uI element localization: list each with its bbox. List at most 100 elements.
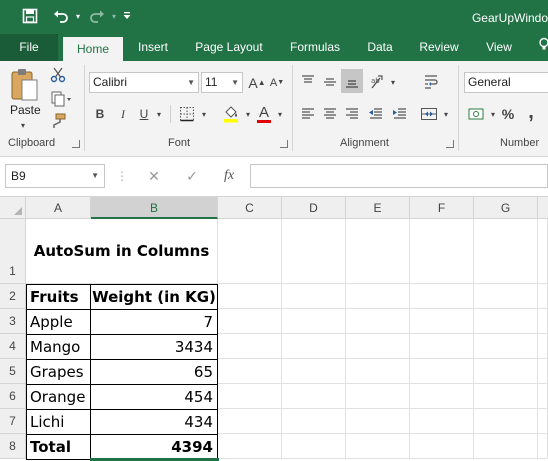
cancel-icon[interactable]: ✕ [144, 164, 164, 188]
font-size-combo[interactable]: 11 ▼ [201, 72, 243, 93]
tell-me-icon[interactable] [534, 34, 548, 61]
cell-g3[interactable] [474, 309, 538, 334]
cell-weight-orange[interactable]: 454 [90, 384, 218, 410]
align-center-icon[interactable] [320, 103, 340, 125]
cell-e7[interactable] [346, 409, 410, 434]
cell-h8[interactable] [538, 434, 548, 459]
cell-weight-apple[interactable]: 7 [90, 309, 218, 335]
row-header-2[interactable]: 2 [0, 284, 26, 309]
align-bottom-icon[interactable] [341, 69, 363, 93]
column-header-f[interactable]: F [410, 197, 474, 219]
cell-h2[interactable] [538, 284, 548, 309]
header-fruits[interactable]: Fruits [26, 284, 91, 310]
font-launcher-icon[interactable] [280, 140, 288, 148]
cell-e5[interactable] [346, 359, 410, 384]
cell-g8[interactable] [474, 434, 538, 459]
orientation-icon[interactable]: ab [368, 71, 388, 93]
comma-style-button[interactable]: , [524, 101, 538, 123]
cell-weight-mango[interactable]: 3434 [90, 334, 218, 360]
cell-d7[interactable] [282, 409, 346, 434]
cell-h7[interactable] [538, 409, 548, 434]
enter-icon[interactable]: ✓ [182, 164, 202, 188]
number-format-combo[interactable]: General [464, 72, 548, 93]
column-header-a[interactable]: A [26, 197, 91, 219]
cell-d6[interactable] [282, 384, 346, 409]
column-header-c[interactable]: C [218, 197, 282, 219]
paste-dropdown-icon[interactable]: ▾ [16, 120, 30, 130]
cell-fruit-orange[interactable]: Orange [26, 384, 91, 410]
cell-d8[interactable] [282, 434, 346, 459]
cell-f2[interactable] [410, 284, 474, 309]
column-header-d[interactable]: D [282, 197, 346, 219]
cell-h4[interactable] [538, 334, 548, 359]
more-dots-icon[interactable]: ⋮ [116, 164, 128, 188]
alignment-launcher-icon[interactable] [446, 140, 454, 148]
cell-g2[interactable] [474, 284, 538, 309]
row-header-7[interactable]: 7 [0, 409, 26, 434]
italic-button[interactable]: I [115, 103, 131, 125]
align-top-icon[interactable] [298, 71, 318, 93]
cell-d3[interactable] [282, 309, 346, 334]
cell-e3[interactable] [346, 309, 410, 334]
cell-e2[interactable] [346, 284, 410, 309]
cell-c6[interactable] [218, 384, 282, 409]
tab-insert[interactable]: Insert [128, 34, 178, 61]
sheet-heading[interactable]: AutoSum in Columns [26, 219, 218, 284]
accounting-dropdown-icon[interactable]: ▾ [488, 103, 498, 125]
paste-icon[interactable] [6, 65, 42, 105]
cell-h5[interactable] [538, 359, 548, 384]
align-right-icon[interactable] [342, 103, 362, 125]
cell-f6[interactable] [410, 384, 474, 409]
cell-h1[interactable] [538, 219, 548, 284]
tab-data[interactable]: Data [358, 34, 402, 61]
clipboard-launcher-icon[interactable] [72, 140, 80, 148]
borders-dropdown-icon[interactable]: ▾ [198, 103, 210, 125]
underline-dropdown-icon[interactable]: ▾ [153, 103, 165, 125]
column-header-h[interactable] [538, 197, 548, 219]
cell-g7[interactable] [474, 409, 538, 434]
copy-icon[interactable] [48, 89, 76, 109]
cell-weight-lichi[interactable]: 434 [90, 409, 218, 435]
cell-fruit-apple[interactable]: Apple [26, 309, 91, 335]
tab-file[interactable]: File [0, 34, 58, 61]
cell-e1[interactable] [346, 219, 410, 284]
insert-function-button[interactable]: fx [218, 164, 240, 188]
cell-c8[interactable] [218, 434, 282, 459]
fill-color-dropdown-icon[interactable]: ▾ [242, 103, 254, 125]
cell-e6[interactable] [346, 384, 410, 409]
cell-weight-grapes[interactable]: 65 [90, 359, 218, 385]
grow-font-button[interactable]: A ▲ [248, 72, 266, 93]
cell-c3[interactable] [218, 309, 282, 334]
row-header-1[interactable]: 1 [0, 219, 26, 284]
tab-formulas[interactable]: Formulas [280, 34, 350, 61]
row-header-5[interactable]: 5 [0, 359, 26, 384]
column-header-e[interactable]: E [346, 197, 410, 219]
font-name-combo[interactable]: Calibri ▼ [89, 72, 199, 93]
cell-c4[interactable] [218, 334, 282, 359]
column-header-g[interactable]: G [474, 197, 538, 219]
cell-f5[interactable] [410, 359, 474, 384]
cell-g4[interactable] [474, 334, 538, 359]
merge-center-icon[interactable] [418, 103, 440, 125]
tab-page-layout[interactable]: Page Layout [186, 34, 272, 61]
cell-h6[interactable] [538, 384, 548, 409]
merge-dropdown-icon[interactable]: ▾ [440, 103, 452, 125]
redo-icon[interactable] [86, 5, 108, 27]
cell-fruit-mango[interactable]: Mango [26, 334, 91, 360]
cell-f4[interactable] [410, 334, 474, 359]
orientation-dropdown-icon[interactable]: ▾ [388, 71, 398, 93]
cell-total-label[interactable]: Total [26, 434, 91, 460]
fill-color-icon[interactable] [220, 103, 242, 125]
cell-f3[interactable] [410, 309, 474, 334]
cell-g5[interactable] [474, 359, 538, 384]
cell-e4[interactable] [346, 334, 410, 359]
cell-c1[interactable] [218, 219, 282, 284]
align-middle-icon[interactable] [320, 71, 340, 93]
cell-fruit-grapes[interactable]: Grapes [26, 359, 91, 385]
increase-indent-icon[interactable] [390, 103, 410, 125]
tab-review[interactable]: Review [410, 34, 468, 61]
cell-c2[interactable] [218, 284, 282, 309]
cell-e8[interactable] [346, 434, 410, 459]
row-header-6[interactable]: 6 [0, 384, 26, 409]
cell-fruit-lichi[interactable]: Lichi [26, 409, 91, 435]
